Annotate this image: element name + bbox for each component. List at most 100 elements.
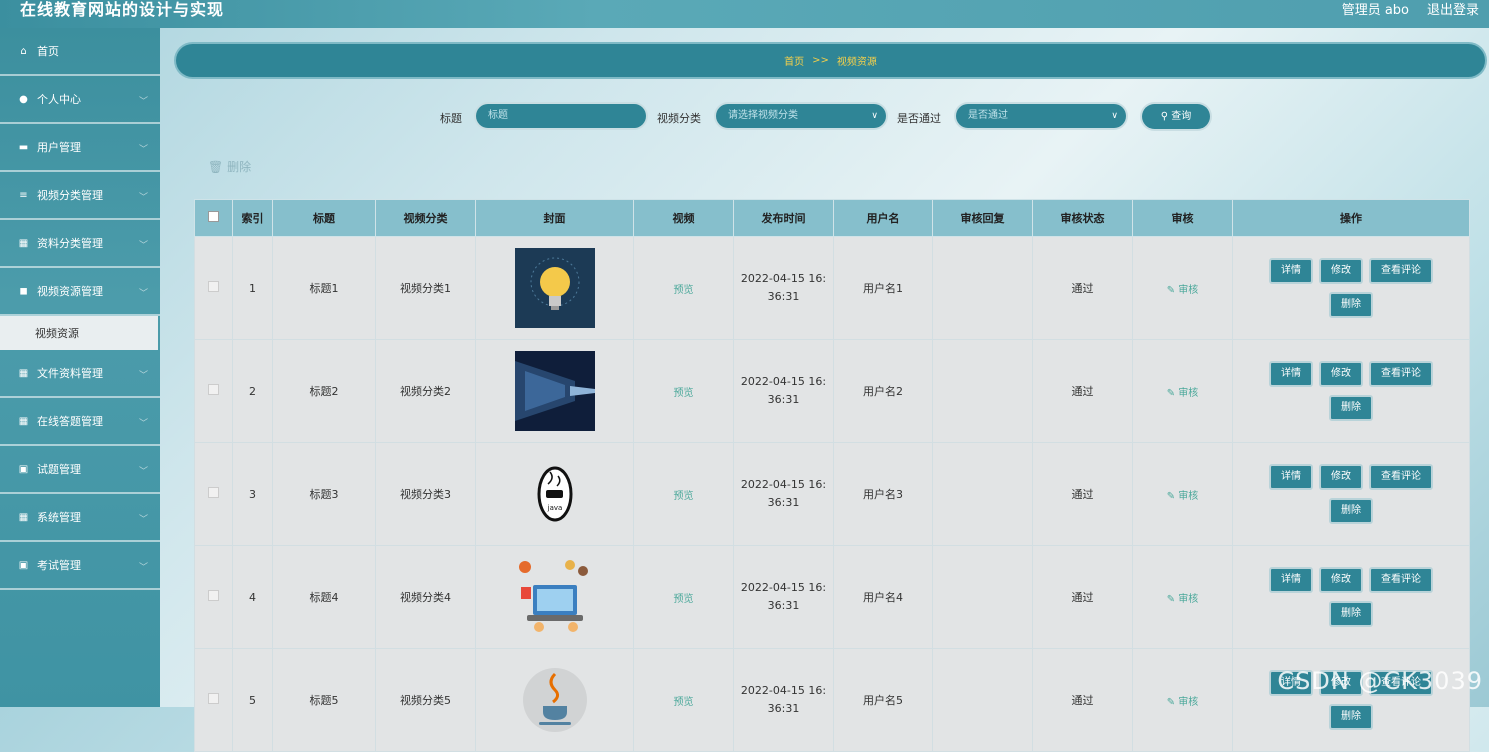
audit-link[interactable]: ✎ 审核	[1167, 594, 1199, 605]
reply-cell	[932, 236, 1033, 340]
preview-link[interactable]: 预览	[674, 594, 694, 605]
detail-button[interactable]: 详情	[1269, 361, 1313, 387]
audit-link[interactable]: ✎ 审核	[1167, 388, 1199, 399]
title-cell: 标题4	[272, 545, 376, 649]
audit-link[interactable]: ✎ 审核	[1167, 285, 1199, 296]
detail-button[interactable]: 详情	[1269, 464, 1313, 490]
query-button[interactable]: ⚲ 查询	[1142, 104, 1210, 129]
sidebar-item-label: 用户管理	[37, 141, 81, 154]
title-cell: 标题3	[272, 442, 376, 546]
time-cell: 2022-04-15 16: 36:31	[733, 442, 834, 546]
row-checkbox[interactable]	[208, 487, 219, 498]
select-all-checkbox[interactable]	[208, 211, 219, 222]
sidebar-item-label: 资料分类管理	[37, 237, 103, 250]
sidebar-item-files[interactable]: ▦ 文件资料管理 ﹀	[0, 350, 160, 398]
delete-button[interactable]: 删除	[1329, 704, 1373, 730]
delete-button[interactable]: 删除	[1329, 601, 1373, 627]
category-select-value: 请选择视频分类	[728, 110, 798, 121]
column-header: 操作	[1232, 199, 1470, 237]
delete-button[interactable]: 删除	[1329, 395, 1373, 421]
edit-icon: ✎	[1166, 490, 1179, 502]
watermark: CSDN @CK3039	[1277, 667, 1483, 695]
preview-link[interactable]: 预览	[674, 491, 694, 502]
view-comments-button[interactable]: 查看评论	[1369, 258, 1433, 284]
status-cell: 通过	[1032, 442, 1133, 546]
row-checkbox[interactable]	[208, 590, 219, 601]
time-line-2: 36:31	[767, 290, 800, 303]
audit-link[interactable]: ✎ 审核	[1167, 697, 1199, 708]
sidebar-item-exam[interactable]: ▣ 考试管理 ﹀	[0, 542, 160, 590]
title-cell: 标题5	[272, 648, 376, 752]
chevron-down-icon: ﹀	[138, 419, 148, 429]
checkbox-cell	[194, 442, 233, 546]
preview-link[interactable]: 预览	[674, 697, 694, 708]
sidebar-item-video-category[interactable]: ≡ 视频分类管理 ﹀	[0, 172, 160, 220]
audit-cell: ✎ 审核	[1132, 545, 1233, 649]
sidebar-item-questions[interactable]: ▣ 试题管理 ﹀	[0, 446, 160, 494]
audit-label: 审核	[1178, 593, 1199, 605]
video-icon: ◼	[19, 285, 28, 297]
sidebar-item-video-resources[interactable]: ◼ 视频资源管理 ﹀	[0, 268, 160, 316]
view-comments-button[interactable]: 查看评论	[1369, 361, 1433, 387]
logout-link[interactable]: 退出登录	[1427, 0, 1479, 18]
title-input[interactable]: 标题	[476, 104, 646, 128]
audit-cell: ✎ 审核	[1132, 236, 1233, 340]
time-cell: 2022-04-15 16: 36:31	[733, 648, 834, 752]
sidebar-item-label: 试题管理	[37, 463, 81, 476]
breadcrumb: 首页 >> 视频资源	[176, 44, 1485, 77]
submenu-video-resources[interactable]: 视频资源	[0, 316, 158, 350]
monitor-icon: ▬	[18, 141, 29, 153]
grid-icon: ▦	[18, 511, 29, 523]
audit-label: 审核	[1178, 696, 1199, 708]
chevron-down-icon: ﹀	[138, 145, 148, 155]
audit-link[interactable]: ✎ 审核	[1167, 491, 1199, 502]
batch-delete-button[interactable]: 🗑 删除	[208, 158, 251, 175]
sidebar-item-system[interactable]: ▦ 系统管理 ﹀	[0, 494, 160, 542]
sliders-icon: ≡	[19, 189, 28, 201]
sidebar-item-home[interactable]: ⌂ 首页	[0, 28, 160, 76]
delete-button[interactable]: 删除	[1329, 292, 1373, 318]
category-select[interactable]: 请选择视频分类 ∨	[716, 104, 886, 128]
status-cell: 通过	[1032, 545, 1133, 649]
detail-button[interactable]: 详情	[1269, 258, 1313, 284]
username-cell: 用户名2	[833, 339, 933, 443]
home-icon: ⌂	[20, 45, 27, 57]
preview-link[interactable]: 预览	[674, 388, 694, 399]
delete-button[interactable]: 删除	[1329, 498, 1373, 524]
sidebar-item-material-category[interactable]: ▦ 资料分类管理 ﹀	[0, 220, 160, 268]
username-cell: 用户名5	[833, 648, 933, 752]
sidebar-item-online-answer[interactable]: ▦ 在线答题管理 ﹀	[0, 398, 160, 446]
time-line-1: 2022-04-15 16:	[740, 375, 827, 388]
title-cell: 标题1	[272, 236, 376, 340]
row-checkbox[interactable]	[208, 693, 219, 704]
detail-button[interactable]: 详情	[1269, 567, 1313, 593]
table-row: 3 标题3 视频分类3 java 预览 2022-04-15 16: 36:31 用户名3 通过…	[194, 442, 1470, 546]
row-checkbox[interactable]	[208, 384, 219, 395]
sidebar-item-label: 在线答题管理	[37, 415, 103, 428]
clipboard-icon: ▣	[18, 559, 29, 571]
breadcrumb-home[interactable]: 首页	[784, 53, 804, 68]
category-cell: 视频分类1	[375, 236, 476, 340]
table-row: 5 标题5 视频分类5 预览 2022-04-15 16: 36:31 用户名5 通过 ✎ 审核…	[194, 648, 1470, 752]
reply-cell	[932, 339, 1033, 443]
chevron-down-icon: ﹀	[138, 371, 148, 381]
edit-button[interactable]: 修改	[1319, 567, 1363, 593]
view-comments-button[interactable]: 查看评论	[1369, 567, 1433, 593]
view-comments-button[interactable]: 查看评论	[1369, 464, 1433, 490]
time-line-1: 2022-04-15 16:	[740, 272, 827, 285]
status-cell: 通过	[1032, 236, 1133, 340]
audit-cell: ✎ 审核	[1132, 442, 1233, 546]
time-line-1: 2022-04-15 16:	[740, 478, 827, 491]
edit-button[interactable]: 修改	[1319, 258, 1363, 284]
category-cell: 视频分类4	[375, 545, 476, 649]
preview-link[interactable]: 预览	[674, 285, 694, 296]
sidebar-item-users[interactable]: ▬ 用户管理 ﹀	[0, 124, 160, 172]
username-cell: 用户名3	[833, 442, 933, 546]
edit-button[interactable]: 修改	[1319, 361, 1363, 387]
edit-button[interactable]: 修改	[1319, 464, 1363, 490]
chevron-down-icon: ﹀	[138, 515, 148, 525]
sidebar-item-label: 系统管理	[37, 511, 81, 524]
pass-select[interactable]: 是否通过 ∨	[956, 104, 1126, 128]
row-checkbox[interactable]	[208, 281, 219, 292]
breadcrumb-current: 视频资源	[836, 57, 877, 68]
